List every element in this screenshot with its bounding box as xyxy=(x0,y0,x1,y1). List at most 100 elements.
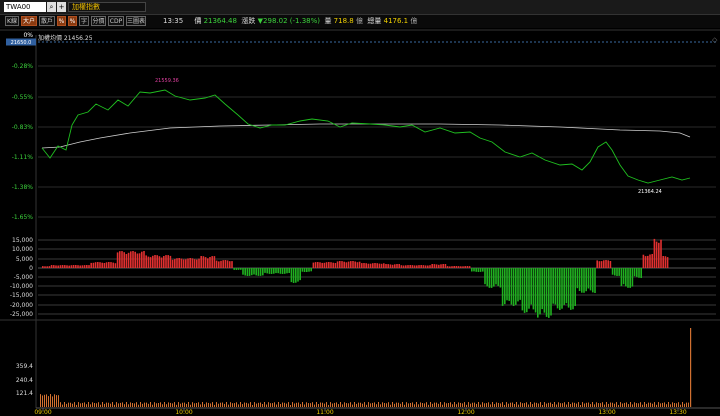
ref-pct-label: 0% xyxy=(23,32,33,39)
volume-bar xyxy=(206,402,207,407)
diff-bar xyxy=(226,260,229,268)
volume-bar xyxy=(474,402,475,407)
diff-bar xyxy=(59,265,62,268)
volume-bar xyxy=(222,402,223,407)
volume-bar xyxy=(548,402,549,407)
volume-bar xyxy=(452,404,453,407)
volume-bar xyxy=(228,404,229,407)
diff-bar xyxy=(383,263,385,268)
volume-bar xyxy=(658,402,659,407)
volume-bar xyxy=(420,402,421,407)
diff-bar xyxy=(277,268,279,274)
volume-bar xyxy=(280,404,281,407)
volume-bar xyxy=(396,402,397,407)
diff-bar xyxy=(213,256,216,268)
diff-bar xyxy=(125,254,128,268)
volume-bar xyxy=(640,402,641,407)
diff-bar xyxy=(70,265,73,268)
volume-bar xyxy=(636,403,637,407)
diff-bar xyxy=(574,268,576,306)
diff-bar xyxy=(171,259,174,268)
diff-bar xyxy=(44,266,46,268)
diff-bar xyxy=(145,255,147,268)
collapse-icon[interactable]: ◇ xyxy=(712,36,718,44)
diff-bar xyxy=(50,265,53,268)
diff-bar xyxy=(147,256,150,268)
volume-bar xyxy=(318,404,319,407)
diff-bar xyxy=(295,268,297,283)
diff-bar xyxy=(424,265,427,268)
volume-bar xyxy=(166,404,167,407)
diff-bar xyxy=(607,260,609,268)
volume-bar xyxy=(302,402,303,407)
diff-bar xyxy=(110,262,112,268)
volume-bar xyxy=(124,404,125,407)
diff-bar xyxy=(81,265,84,268)
volume-bar xyxy=(150,402,151,407)
volume-bar xyxy=(444,402,445,407)
volume-bar xyxy=(656,404,657,407)
diff-bar xyxy=(53,265,55,268)
volume-y-label: 359.4 xyxy=(16,363,33,370)
diff-bar xyxy=(242,268,244,275)
volume-bar xyxy=(70,402,71,407)
diff-y-label: -10,000 xyxy=(10,283,33,290)
diff-bar xyxy=(189,258,191,268)
diff-bar xyxy=(341,261,343,268)
volume-bar xyxy=(650,402,651,407)
intraday-chart[interactable]: 0% 21650.0 加權均價 21456.25 ◇ -0.28% -0.55% -… xyxy=(0,0,720,416)
volume-bar xyxy=(498,402,499,407)
volume-bar-close xyxy=(690,328,692,407)
volume-bar xyxy=(566,404,567,407)
diff-bar xyxy=(246,268,249,276)
diff-bar xyxy=(545,268,548,317)
volume-bar xyxy=(644,402,645,407)
diff-bar xyxy=(526,268,528,313)
volume-bar xyxy=(226,402,227,407)
diff-bar xyxy=(356,262,359,268)
volume-bar xyxy=(170,402,171,407)
volume-bar xyxy=(418,404,419,407)
volume-bar xyxy=(482,402,483,407)
volume-bar xyxy=(476,403,477,407)
volume-bar xyxy=(670,404,671,407)
volume-bar xyxy=(376,404,377,407)
volume-bar xyxy=(446,403,447,407)
volume-bar xyxy=(642,404,643,407)
volume-bar xyxy=(64,402,65,407)
diff-bar xyxy=(273,268,275,274)
volume-bar xyxy=(96,403,97,407)
diff-bar xyxy=(83,265,86,268)
volume-bar xyxy=(574,402,575,407)
volume-bar xyxy=(286,403,287,407)
volume-bar xyxy=(212,402,213,407)
volume-bar xyxy=(50,394,51,407)
diff-bar xyxy=(185,259,187,268)
volume-bar xyxy=(506,402,507,407)
volume-bar xyxy=(112,402,113,407)
volume-bar xyxy=(504,404,505,407)
volume-bar xyxy=(468,402,469,407)
volume-bar xyxy=(56,395,57,407)
volume-bar xyxy=(216,402,217,407)
volume-bar xyxy=(254,402,255,407)
diff-bar xyxy=(618,268,620,276)
diff-bar xyxy=(449,266,451,268)
volume-bar xyxy=(662,402,663,407)
volume-bar xyxy=(62,404,63,407)
volume-bar xyxy=(612,402,613,407)
diff-bar xyxy=(369,263,372,268)
diff-bar xyxy=(592,268,594,293)
volume-bar xyxy=(268,402,269,407)
volume-bar xyxy=(580,405,581,407)
volume-bar xyxy=(618,404,619,407)
volume-bar xyxy=(526,402,527,407)
volume-bar xyxy=(250,402,251,407)
volume-bar xyxy=(602,402,603,407)
volume-bar xyxy=(494,404,495,407)
diff-bar xyxy=(167,255,169,268)
volume-bar xyxy=(140,402,141,407)
diff-bar xyxy=(233,268,235,270)
volume-bar xyxy=(500,403,501,407)
volume-bar xyxy=(350,402,351,407)
